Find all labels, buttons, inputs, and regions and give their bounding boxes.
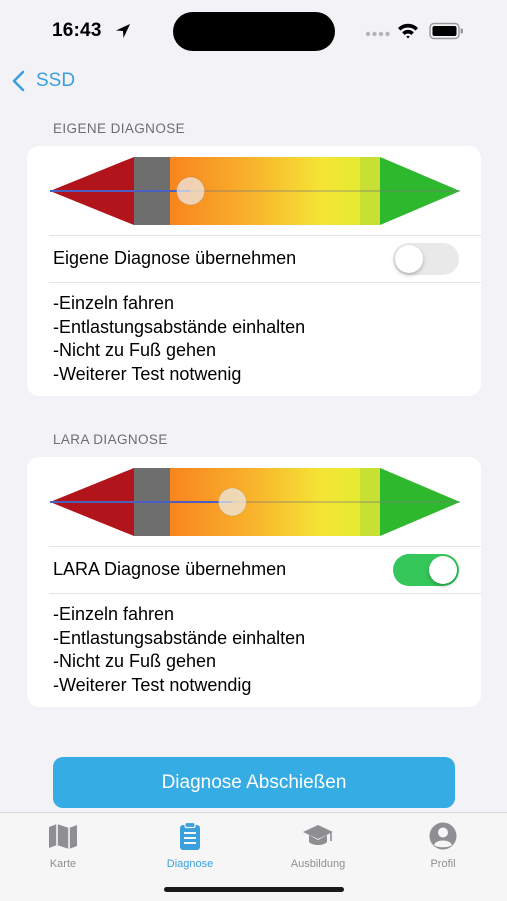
back-button[interactable]: SSD: [10, 66, 75, 96]
map-icon: [49, 824, 77, 849]
tab-label: Ausbildung: [290, 858, 346, 870]
recommendation-line: -Entlastungsabstände einhalten: [53, 316, 306, 337]
back-label: SSD: [36, 70, 76, 91]
status-bar: 16:43: [0, 0, 507, 60]
diagnosis-scale-lara[interactable]: [50, 468, 460, 536]
wifi-icon: [398, 23, 418, 39]
toggle-label-lara: LARA Diagnose übernehmen: [53, 559, 287, 579]
divider: [49, 593, 481, 594]
person-circle-icon: [429, 822, 457, 850]
tab-ausbildung[interactable]: Ausbildung: [263, 821, 373, 872]
slider-thumb: [217, 487, 247, 517]
tab-karte[interactable]: Karte: [8, 821, 118, 872]
divider: [49, 282, 481, 283]
home-indicator: [164, 887, 344, 892]
toggle-knob: [429, 556, 457, 584]
recommendation-line: -Einzeln fahren: [53, 604, 175, 624]
section-header-lara: LARA DIAGNOSE: [53, 432, 168, 447]
scale-graphic: [50, 468, 460, 536]
tab-diagnose[interactable]: Diagnose: [135, 821, 245, 872]
recommendation-list-eigene: -Einzeln fahren -Entlastungsabstände ein…: [53, 292, 305, 386]
dynamic-island: [173, 12, 335, 51]
tab-profil[interactable]: Profil: [388, 821, 498, 872]
toggle-lara-diagnose[interactable]: [393, 554, 459, 586]
recommendation-line: -Einzeln fahren: [53, 293, 175, 313]
toggle-eigene-diagnose[interactable]: [393, 243, 459, 275]
diagnose-submit-button[interactable]: Diagnose Abschießen: [53, 757, 455, 808]
recommendation-line: -Nicht zu Fuß gehen: [53, 651, 217, 671]
card-eigene-diagnose: Eigene Diagnose übernehmen -Einzeln fahr…: [27, 146, 481, 396]
diagnosis-scale-eigene[interactable]: [50, 157, 460, 225]
recommendation-list-lara: -Einzeln fahren -Entlastungsabstände ein…: [53, 603, 305, 697]
toggle-label-eigene: Eigene Diagnose übernehmen: [53, 248, 297, 268]
clipboard-icon: [180, 821, 200, 850]
toggle-knob: [395, 245, 423, 273]
slider-thumb: [176, 176, 206, 206]
card-lara-diagnose: LARA Diagnose übernehmen -Einzeln fahren…: [27, 457, 481, 707]
graduation-cap-icon: [303, 825, 333, 845]
status-time: 16:43: [52, 20, 102, 41]
location-arrow-icon: [116, 24, 130, 38]
cellular-signal-icon: [365, 31, 390, 37]
battery-icon: [429, 22, 463, 40]
tab-label: Diagnose: [166, 858, 214, 870]
tab-label: Profil: [430, 858, 456, 870]
divider: [49, 546, 481, 547]
recommendation-line: -Entlastungsabstände einhalten: [53, 627, 306, 648]
recommendation-line: -Weiterer Test notwenig: [53, 363, 242, 384]
tab-label: Karte: [49, 858, 77, 870]
divider: [49, 235, 481, 236]
scale-graphic: [50, 157, 460, 225]
chevron-left-icon: [12, 70, 25, 92]
section-header-eigene: EIGENE DIAGNOSE: [53, 121, 186, 136]
recommendation-line: -Nicht zu Fuß gehen: [53, 340, 217, 360]
recommendation-line: -Weiterer Test notwendig: [53, 674, 252, 695]
